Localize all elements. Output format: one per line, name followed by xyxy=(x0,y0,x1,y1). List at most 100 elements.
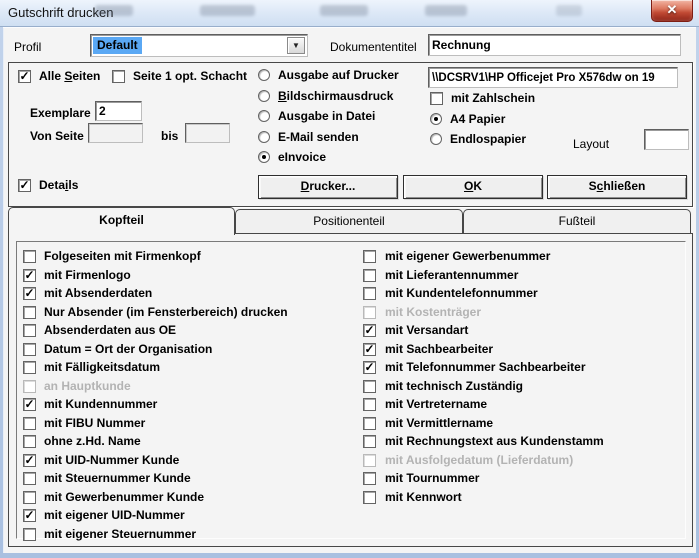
checkbox-label: ohne z.Hd. Name xyxy=(44,435,141,448)
checkbox[interactable] xyxy=(23,324,36,337)
checkbox[interactable]: ✓ xyxy=(18,179,31,192)
checkbox-label: mit Fälligkeitsdatum xyxy=(44,361,160,374)
checkbox-label: mit eigener Steuernummer xyxy=(44,528,196,541)
checkbox[interactable] xyxy=(23,250,36,263)
chevron-down-icon[interactable]: ▼ xyxy=(287,37,305,54)
checkbox-label: mit Tournummer xyxy=(385,472,479,485)
checkbox[interactable]: ✓ xyxy=(363,324,376,337)
checkbox[interactable] xyxy=(363,398,376,411)
checkbox[interactable]: ✓ xyxy=(23,398,36,411)
background-artifact xyxy=(95,5,133,16)
checkbox-label: Absenderdaten aus OE xyxy=(44,324,176,337)
checkbox[interactable] xyxy=(430,92,443,105)
radio-email-senden[interactable]: E-Mail senden xyxy=(258,131,359,144)
checkbox[interactable] xyxy=(363,380,376,393)
bis-input[interactable] xyxy=(185,123,230,143)
checkbox[interactable]: ✓ xyxy=(363,343,376,356)
checkbox[interactable] xyxy=(23,472,36,485)
checkbox[interactable] xyxy=(363,250,376,263)
dokumententitel-input[interactable] xyxy=(428,34,681,56)
radio-ausgabe-in-datei[interactable]: Ausgabe in Datei xyxy=(258,110,375,123)
bis-label: bis xyxy=(161,129,178,143)
title-bar[interactable]: Gutschrift drucken xyxy=(0,0,699,27)
checkbox[interactable]: ✓ xyxy=(23,509,36,522)
radio-button[interactable] xyxy=(430,113,442,125)
checkbox-label: mit Versandart xyxy=(385,324,468,337)
radio-bildschirmausdruck[interactable]: Bildschirmausdruck xyxy=(258,90,393,103)
schliessen-button[interactable]: Schließen xyxy=(547,175,687,199)
checkbox[interactable]: ✓ xyxy=(23,287,36,300)
ok-button[interactable]: OK xyxy=(403,175,543,199)
checkbox-label: mit Rechnungstext aus Kundenstamm xyxy=(385,435,604,448)
close-icon[interactable]: ✕ xyxy=(651,0,693,22)
tab-positionenteil[interactable]: Positionenteil xyxy=(235,209,463,234)
checkbox[interactable]: ✓ xyxy=(23,269,36,282)
checkbox[interactable]: ✓ xyxy=(363,361,376,374)
checkbox-label: mit Absenderdaten xyxy=(44,287,152,300)
checkbox-label: mit Gewerbenummer Kunde xyxy=(44,491,204,504)
checkbox-label: mit Telefonnummer Sachbearbeiter xyxy=(385,361,586,374)
checkbox[interactable] xyxy=(363,435,376,448)
checkbox[interactable] xyxy=(363,287,376,300)
radio-button[interactable] xyxy=(430,133,442,145)
checkbox[interactable] xyxy=(23,306,36,319)
checkbox-label: mit eigener UID-Nummer xyxy=(44,509,185,522)
checkbox[interactable] xyxy=(112,70,125,83)
tab-kopfteil[interactable]: Kopfteil xyxy=(8,207,235,235)
exemplare-label: Exemplare xyxy=(30,106,91,120)
dokumententitel-label: Dokumententitel xyxy=(330,40,417,54)
background-artifact xyxy=(556,5,582,16)
radio-ausgabe-auf-drucker[interactable]: Ausgabe auf Drucker xyxy=(258,69,399,82)
seite1-schacht-checkbox[interactable]: Seite 1 opt. Schacht xyxy=(112,70,247,83)
radio-button[interactable] xyxy=(258,151,270,163)
kopfteil-left-column: Folgeseiten mit Firmenkopf ✓ mit Firmenl… xyxy=(23,234,343,546)
profil-combobox[interactable]: Default ▼ xyxy=(90,34,308,57)
checkbox-label: mit Kennwort xyxy=(385,491,462,504)
checkbox-label: Datum = Ort der Organisation xyxy=(44,343,212,356)
checkbox-label: Nur Absender (im Fensterbereich) drucken xyxy=(44,306,288,319)
alle-seiten-checkbox[interactable]: ✓ Alle Seiten xyxy=(18,70,100,83)
radio-button[interactable] xyxy=(258,90,270,102)
radio-a4-papier[interactable]: A4 Papier xyxy=(430,113,505,126)
checkbox[interactable] xyxy=(363,417,376,430)
checkbox[interactable] xyxy=(363,491,376,504)
checkbox[interactable] xyxy=(23,380,36,393)
radio-einvoice[interactable]: eInvoice xyxy=(258,151,326,164)
radio-button[interactable] xyxy=(258,110,270,122)
layout-input[interactable] xyxy=(644,129,689,150)
details-checkbox[interactable]: ✓ Details xyxy=(18,179,78,192)
checkbox-label: mit Vertretername xyxy=(385,398,487,411)
checkbox[interactable] xyxy=(23,361,36,374)
radio-button[interactable] xyxy=(258,69,270,81)
checkbox-label: mit Kostenträger xyxy=(385,306,481,319)
tab-page-kopfteil: Folgeseiten mit Firmenkopf ✓ mit Firmenl… xyxy=(8,233,693,547)
checkbox[interactable] xyxy=(23,435,36,448)
checkbox-label: mit Firmenlogo xyxy=(44,269,131,282)
radio-endlospapier[interactable]: Endlospapier xyxy=(430,133,526,146)
checkbox-label: mit Kundennummer xyxy=(44,398,157,411)
drucker-button[interactable]: Drucker... xyxy=(258,175,398,199)
checkbox[interactable] xyxy=(23,417,36,430)
checkbox[interactable] xyxy=(23,491,36,504)
printer-path-input[interactable] xyxy=(428,67,678,88)
layout-label: Layout xyxy=(573,137,609,151)
checkbox[interactable] xyxy=(23,343,36,356)
background-artifact xyxy=(425,5,467,16)
profil-label: Profil xyxy=(14,40,41,54)
radio-button[interactable] xyxy=(258,131,270,143)
von-seite-input[interactable] xyxy=(88,123,143,143)
exemplare-input[interactable] xyxy=(95,101,142,121)
checkbox[interactable] xyxy=(363,306,376,319)
background-artifact xyxy=(320,5,368,16)
checkbox[interactable] xyxy=(363,269,376,282)
checkbox[interactable]: ✓ xyxy=(18,70,31,83)
zahlschein-checkbox[interactable]: mit Zahlschein xyxy=(430,92,535,105)
checkbox[interactable] xyxy=(363,472,376,485)
checkbox-label: mit Ausfolgedatum (Lieferdatum) xyxy=(385,454,573,467)
checkbox[interactable] xyxy=(363,454,376,467)
checkbox-label: Folgeseiten mit Firmenkopf xyxy=(44,250,201,263)
checkbox[interactable]: ✓ xyxy=(23,454,36,467)
tab-fussteil[interactable]: Fußteil xyxy=(463,209,691,234)
checkbox[interactable] xyxy=(23,528,36,541)
checkbox-label: mit technisch Zuständig xyxy=(385,380,523,393)
